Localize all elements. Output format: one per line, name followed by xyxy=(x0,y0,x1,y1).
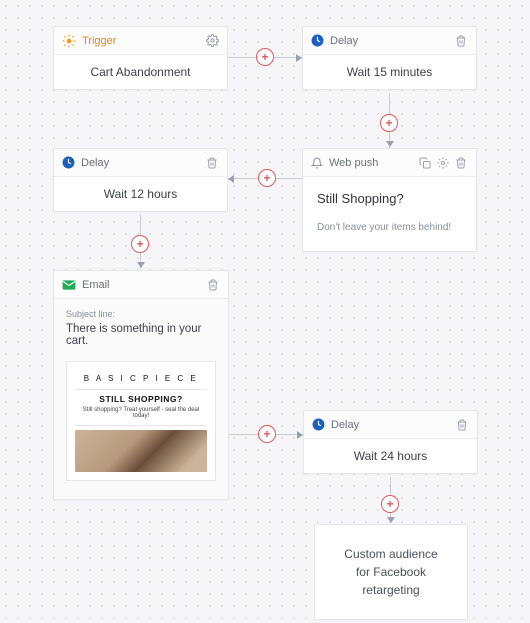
gear-icon[interactable] xyxy=(436,156,450,170)
node-title: Wait 12 hours xyxy=(54,177,227,211)
node-custom-audience[interactable]: Custom audience for Facebook retargeting xyxy=(314,524,468,620)
arrow-right-icon xyxy=(296,54,302,62)
webpush-title: Still Shopping? xyxy=(317,191,462,206)
node-title: Wait 15 minutes xyxy=(303,55,476,89)
add-step-button[interactable]: + xyxy=(131,235,149,253)
node-title: Wait 24 hours xyxy=(304,439,477,473)
node-content: Subject line: There is something in your… xyxy=(54,299,228,499)
clock-icon xyxy=(62,156,75,169)
clock-icon xyxy=(311,34,324,47)
node-type-label: Delay xyxy=(331,419,451,431)
trash-icon[interactable] xyxy=(454,34,468,48)
arrow-down-icon xyxy=(386,141,394,147)
node-title: Cart Abandonment xyxy=(54,55,227,89)
email-subject-label: Subject line: xyxy=(66,309,216,319)
add-step-button[interactable]: + xyxy=(256,48,274,66)
bell-icon xyxy=(311,157,323,169)
node-header: Delay xyxy=(303,27,476,55)
clock-icon xyxy=(312,418,325,431)
arrow-down-icon xyxy=(137,262,145,268)
node-header: Delay xyxy=(304,411,477,439)
node-delay-24h[interactable]: Delay Wait 24 hours xyxy=(303,410,478,474)
arrow-left-icon xyxy=(228,175,234,183)
email-preview-brand: B A S I C P I E C E xyxy=(75,374,207,383)
arrow-down-icon xyxy=(387,517,395,523)
node-email[interactable]: Email Subject line: There is something i… xyxy=(53,270,229,500)
add-step-button[interactable]: + xyxy=(258,425,276,443)
email-preview: B A S I C P I E C E STILL SHOPPING? Stil… xyxy=(66,361,216,481)
webpush-body: Don't leave your items behind! xyxy=(317,222,462,233)
trash-icon[interactable] xyxy=(455,418,469,432)
email-preview-tagline: Still shopping? Treat yourself - seal th… xyxy=(75,407,207,419)
node-type-label: Delay xyxy=(330,35,450,47)
copy-icon[interactable] xyxy=(418,156,432,170)
node-type-label: Trigger xyxy=(82,35,201,47)
email-subject: There is something in your cart. xyxy=(66,323,216,347)
node-trigger[interactable]: Trigger Cart Abandonment xyxy=(53,26,228,90)
node-content: Still Shopping? Don't leave your items b… xyxy=(303,177,476,251)
node-header: Trigger xyxy=(54,27,227,55)
node-type-label: Email xyxy=(82,279,202,291)
add-step-button[interactable]: + xyxy=(380,114,398,132)
final-line1: Custom audience xyxy=(327,545,455,563)
node-type-label: Web push xyxy=(329,157,414,169)
trash-icon[interactable] xyxy=(206,278,220,292)
sun-icon xyxy=(62,34,76,48)
node-delay-12h[interactable]: Delay Wait 12 hours xyxy=(53,148,228,212)
node-type-label: Delay xyxy=(81,157,201,169)
node-header: Email xyxy=(54,271,228,299)
final-line2: for Facebook retargeting xyxy=(327,563,455,599)
add-step-button[interactable]: + xyxy=(258,169,276,187)
email-preview-heading: STILL SHOPPING? xyxy=(75,394,207,404)
node-content: Custom audience for Facebook retargeting xyxy=(315,525,467,619)
node-header: Delay xyxy=(54,149,227,177)
node-header: Web push xyxy=(303,149,476,177)
gear-icon[interactable] xyxy=(205,34,219,48)
arrow-right-icon xyxy=(297,431,303,439)
trash-icon[interactable] xyxy=(205,156,219,170)
trash-icon[interactable] xyxy=(454,156,468,170)
mail-icon xyxy=(62,279,76,291)
node-delay-15min[interactable]: Delay Wait 15 minutes xyxy=(302,26,477,90)
add-step-button[interactable]: + xyxy=(381,495,399,513)
email-preview-image xyxy=(75,430,207,472)
node-webpush[interactable]: Web push Still Shopping? Don't leave you… xyxy=(302,148,477,252)
